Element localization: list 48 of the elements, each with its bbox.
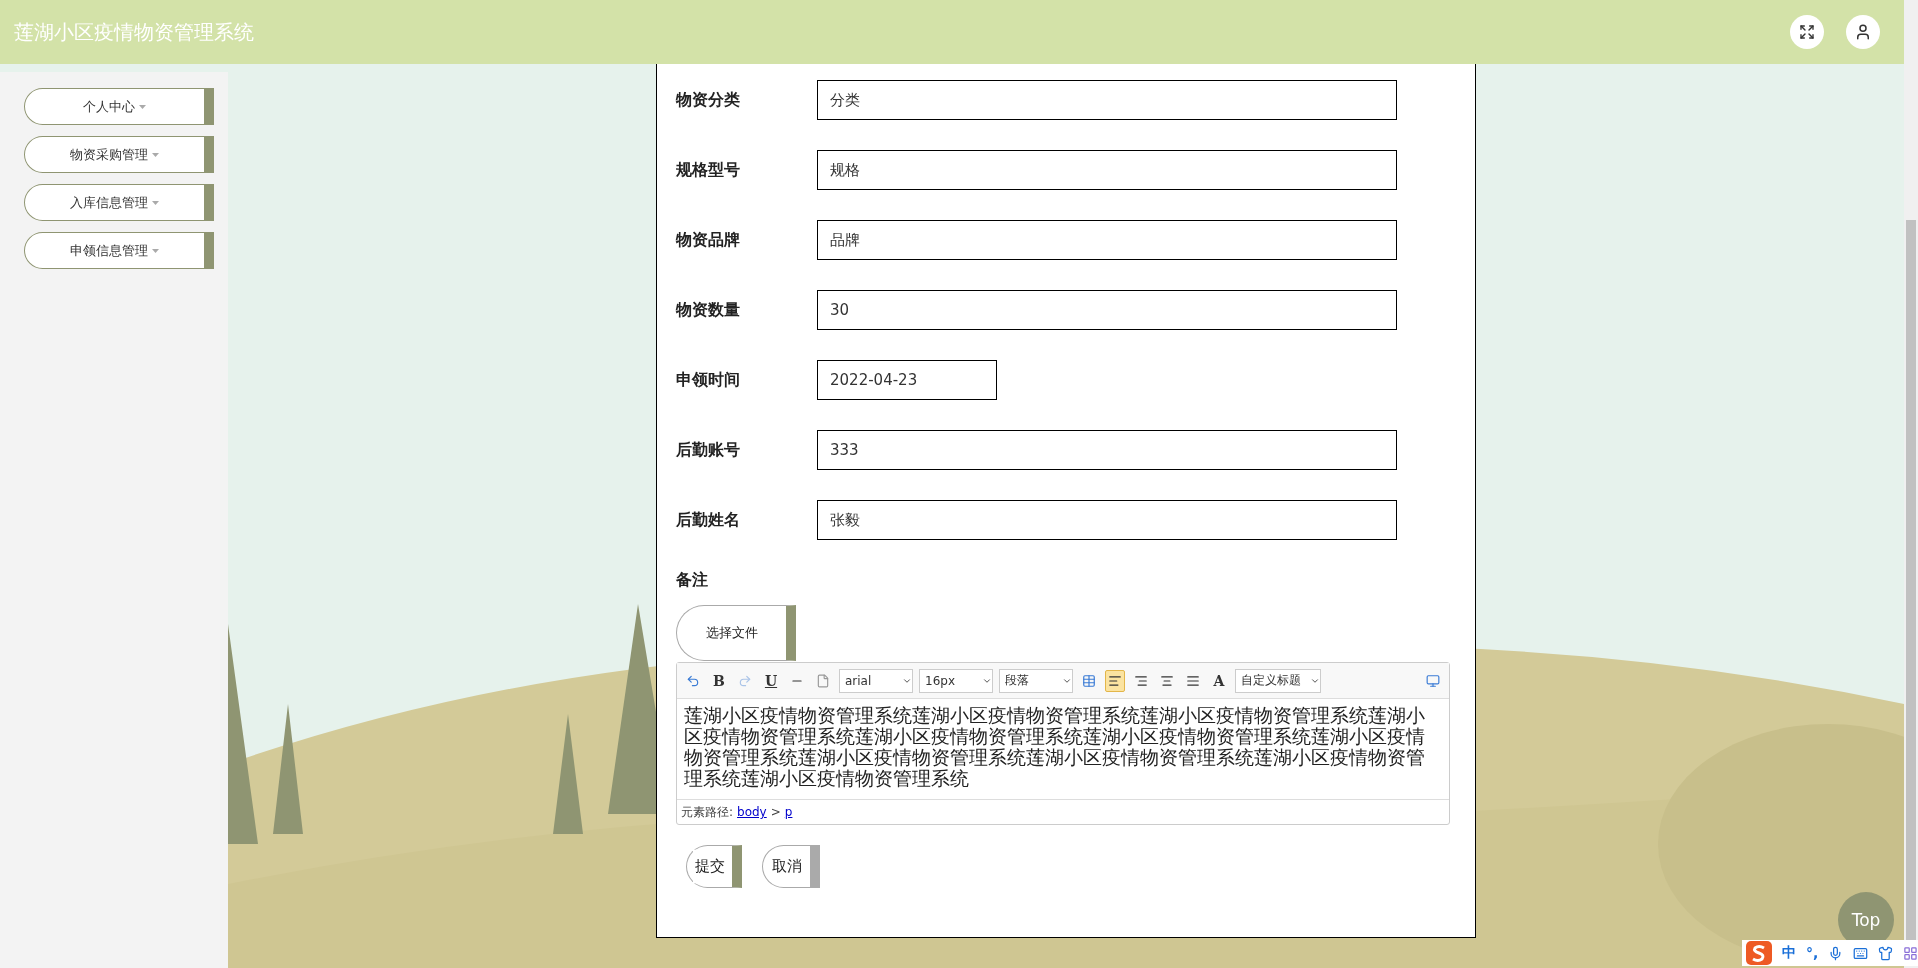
sidebar-menu-button[interactable]: 入库信息管理 — [24, 184, 214, 221]
input-field[interactable]: 30 — [817, 290, 1397, 330]
input-field[interactable]: 分类 — [817, 80, 1397, 120]
input-field[interactable]: 张毅 — [817, 500, 1397, 540]
editor-content[interactable]: 莲湖小区疫情物资管理系统莲湖小区疫情物资管理系统莲湖小区疫情物资管理系统莲湖小区疫情物资管理系统莲湖小区疫情物资管理系统莲湖小区疫情物资管理系统莲湖小区疫情物资管理系统莲湖小区疫情物资管理系统莲湖小区疫情物资管理系统莲湖小区疫情物资管理系统莲湖小区疫情物资管理系统 — [677, 699, 1449, 799]
size-select[interactable]: 16px — [919, 668, 993, 693]
field-label: 后勤账号 — [676, 439, 741, 461]
input-field[interactable]: 333 — [817, 430, 1397, 470]
bold-button[interactable]: B — [709, 669, 729, 692]
ime-mode[interactable]: 中 — [1781, 944, 1796, 962]
field-label: 后勤姓名 — [676, 509, 741, 531]
caret-icon — [152, 200, 159, 205]
ime-punctuation[interactable]: °, — [1805, 945, 1819, 961]
path-label: 元素路径: — [681, 803, 734, 821]
field-label: 备注 — [676, 570, 709, 591]
date-field[interactable]: 2022-04-23 — [817, 360, 997, 400]
sidebar-menu-button[interactable]: 个人中心 — [24, 88, 214, 125]
path-separator: > — [770, 805, 781, 819]
keyboard-icon[interactable] — [1853, 945, 1869, 961]
input-field[interactable]: 规格 — [817, 150, 1397, 190]
choose-file-button[interactable]: 选择文件 — [676, 605, 796, 661]
font-color-button[interactable]: A — [1209, 669, 1229, 692]
caret-icon — [152, 152, 159, 157]
font-select[interactable]: arial — [839, 668, 913, 693]
field-label: 规格型号 — [676, 159, 741, 181]
cancel-button[interactable]: 取消 — [762, 845, 820, 888]
caret-icon — [139, 104, 146, 109]
input-field[interactable]: 品牌 — [817, 220, 1397, 260]
field-label: 物资数量 — [676, 299, 741, 321]
path-link[interactable]: body — [737, 805, 767, 819]
field-label: 物资分类 — [676, 89, 741, 111]
caret-icon — [152, 248, 159, 253]
field-label: 物资品牌 — [676, 229, 741, 251]
scrollbar[interactable] — [1904, 0, 1918, 968]
user-icon[interactable] — [1846, 15, 1880, 49]
fullscreen-icon[interactable] — [1790, 15, 1824, 49]
field-label: 申领时间 — [676, 369, 741, 391]
sidebar-menu-button[interactable]: 申领信息管理 — [24, 232, 214, 269]
path-link[interactable]: p — [784, 805, 793, 819]
heading-select[interactable]: 自定义标题 — [1235, 668, 1321, 693]
align-left-icon[interactable] — [1105, 669, 1125, 692]
sidebar-menu-button[interactable]: 物资采购管理 — [24, 136, 214, 173]
app-title: 莲湖小区疫情物资管理系统 — [14, 18, 255, 46]
grid-icon[interactable] — [1903, 945, 1918, 961]
submit-button[interactable]: 提交 — [686, 845, 742, 888]
shirt-icon[interactable] — [1878, 945, 1894, 961]
paragraph-select[interactable]: 段落 — [999, 668, 1073, 693]
underline-button[interactable]: U — [761, 669, 781, 692]
